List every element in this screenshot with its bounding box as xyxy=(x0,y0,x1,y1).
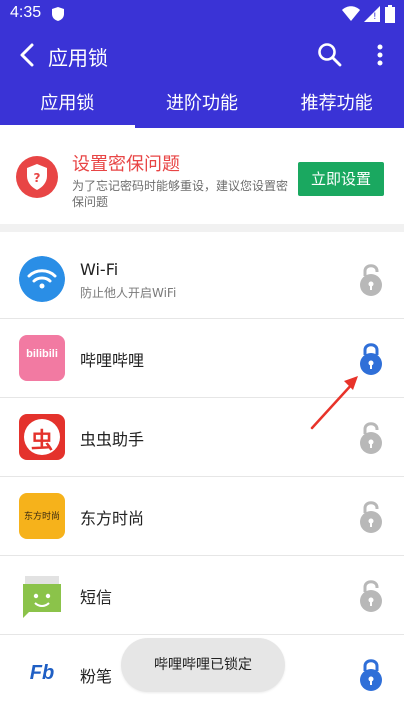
tab-advanced[interactable]: 进阶功能 xyxy=(135,82,270,128)
wifi-app-icon xyxy=(19,256,65,302)
app-name: 哔哩哔哩 xyxy=(80,351,145,370)
tab-recommended[interactable]: 推荐功能 xyxy=(269,82,404,128)
locked-padlock-icon[interactable] xyxy=(358,341,384,375)
page-title: 应用锁 xyxy=(48,46,108,70)
unlocked-padlock-icon[interactable] xyxy=(358,499,384,533)
toast-message: 哔哩哔哩已锁定 xyxy=(121,638,285,692)
set-now-button[interactable]: 立即设置 xyxy=(298,162,384,196)
bilibili-app-icon: bilibili xyxy=(19,335,65,381)
svg-text:!: ! xyxy=(373,12,377,22)
app-name: Wi-Fi xyxy=(80,260,119,279)
fenbi-logo-text: Fb xyxy=(29,662,55,684)
more-options-icon[interactable] xyxy=(370,41,390,69)
security-question-banner: ? 设置密保问题 为了忘记密码时能够重设，建议您设置密保问题 立即设置 xyxy=(0,128,404,232)
back-arrow-icon[interactable] xyxy=(14,41,42,69)
security-warning-icon: ? xyxy=(16,156,58,198)
dongfang-app-icon: 东方时尚 xyxy=(19,493,65,539)
fenbi-app-icon: Fb xyxy=(19,651,65,697)
app-name: 短信 xyxy=(80,588,113,607)
app-name: 粉笔 xyxy=(80,667,113,686)
battery-icon xyxy=(385,5,395,23)
tab-bar: 应用锁 进阶功能 推荐功能 xyxy=(0,82,404,128)
tab-app-lock[interactable]: 应用锁 xyxy=(0,82,135,128)
banner-description: 为了忘记密码时能够重设，建议您设置密保问题 xyxy=(72,179,289,209)
app-name: 东方时尚 xyxy=(80,509,145,528)
chongchong-logo-text: 虫 xyxy=(30,429,53,454)
sms-app-icon xyxy=(23,576,61,618)
app-row-sms[interactable]: 短信 xyxy=(0,556,404,635)
locked-padlock-icon[interactable] xyxy=(358,657,384,691)
unlocked-padlock-icon[interactable] xyxy=(358,578,384,612)
wifi-status-icon xyxy=(342,6,360,21)
app-bar: 应用锁 xyxy=(0,28,404,82)
app-row-wifi[interactable]: Wi-Fi 防止他人开启WiFi xyxy=(0,240,404,319)
app-name: 虫虫助手 xyxy=(80,430,145,449)
app-subtitle: 防止他人开启WiFi xyxy=(80,286,177,300)
unlocked-padlock-icon[interactable] xyxy=(358,262,384,296)
bilibili-logo-text: bilibili xyxy=(26,348,58,360)
app-row-dongfang[interactable]: 东方时尚 东方时尚 xyxy=(0,477,404,556)
signal-icon: ! xyxy=(364,6,380,22)
svg-text:?: ? xyxy=(34,171,41,185)
annotation-arrow xyxy=(310,376,358,430)
chongchong-app-icon: 虫 xyxy=(19,414,65,460)
banner-title: 设置密保问题 xyxy=(72,154,180,175)
system-icons: ! xyxy=(342,5,396,23)
status-bar: 4:35 ! xyxy=(0,0,404,28)
dongfang-logo-text: 东方时尚 xyxy=(23,512,60,522)
search-icon[interactable] xyxy=(316,41,344,69)
status-time: 4:35 xyxy=(10,4,42,21)
shield-status-icon xyxy=(52,7,64,21)
